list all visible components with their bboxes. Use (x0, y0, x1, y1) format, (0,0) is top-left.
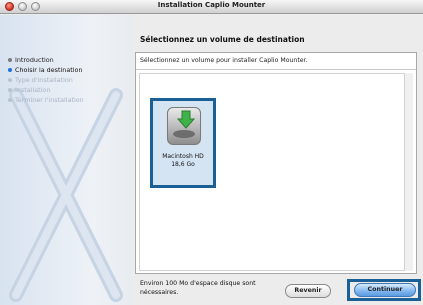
step-install-type: Type d'installation (8, 75, 84, 85)
step-bullet-icon (8, 88, 12, 92)
step-bullet-icon (8, 78, 12, 82)
step-installation: Installation (8, 85, 84, 95)
step-label: Terminer l'installation (15, 96, 84, 104)
title-bar: Installation Caplio Mounter (0, 0, 423, 14)
install-arrow-icon (176, 110, 196, 129)
mac-os-x-logo-watermark (9, 88, 123, 302)
disk-space-note: Environ 100 Mo d'espace disque sont néce… (140, 280, 256, 296)
installer-steps-list: Introduction Choisir la destination Type… (8, 55, 84, 105)
step-label: Introduction (15, 56, 54, 64)
disk-slot (173, 130, 195, 138)
volume-size: 18,6 Go (171, 161, 195, 168)
step-label: Type d'installation (15, 76, 73, 84)
step-label: Installation (15, 86, 51, 94)
step-bullet-icon (8, 58, 12, 62)
volume-macintosh-hd[interactable]: Macintosh HD 18,6 Go (150, 98, 216, 188)
step-choose-destination: Choisir la destination (8, 65, 84, 75)
step-introduction: Introduction (8, 55, 84, 65)
installer-sidebar: Introduction Choisir la destination Type… (0, 15, 132, 305)
volume-list-scrollbar[interactable] (404, 73, 413, 271)
content-panel: Sélectionnez un volume pour installer Ca… (135, 52, 417, 274)
step-finish: Terminer l'installation (8, 95, 84, 105)
page-title: Sélectionnez un volume de destination (140, 35, 305, 44)
back-button[interactable]: Revenir (285, 284, 331, 298)
step-label: Choisir la destination (15, 66, 83, 74)
divider (136, 69, 416, 70)
volume-name: Macintosh HD (162, 153, 204, 160)
window-title: Installation Caplio Mounter (157, 1, 266, 9)
volume-list[interactable]: Macintosh HD 18,6 Go (139, 73, 405, 271)
step-bullet-icon (8, 98, 12, 102)
step-bullet-icon (8, 68, 12, 72)
instruction-text: Sélectionnez un volume pour installer Ca… (140, 57, 308, 64)
hard-disk-install-icon (167, 107, 201, 145)
installer-window: Installation Caplio Mounter Introduction… (0, 0, 423, 305)
continue-button[interactable]: Continuer (354, 283, 416, 297)
